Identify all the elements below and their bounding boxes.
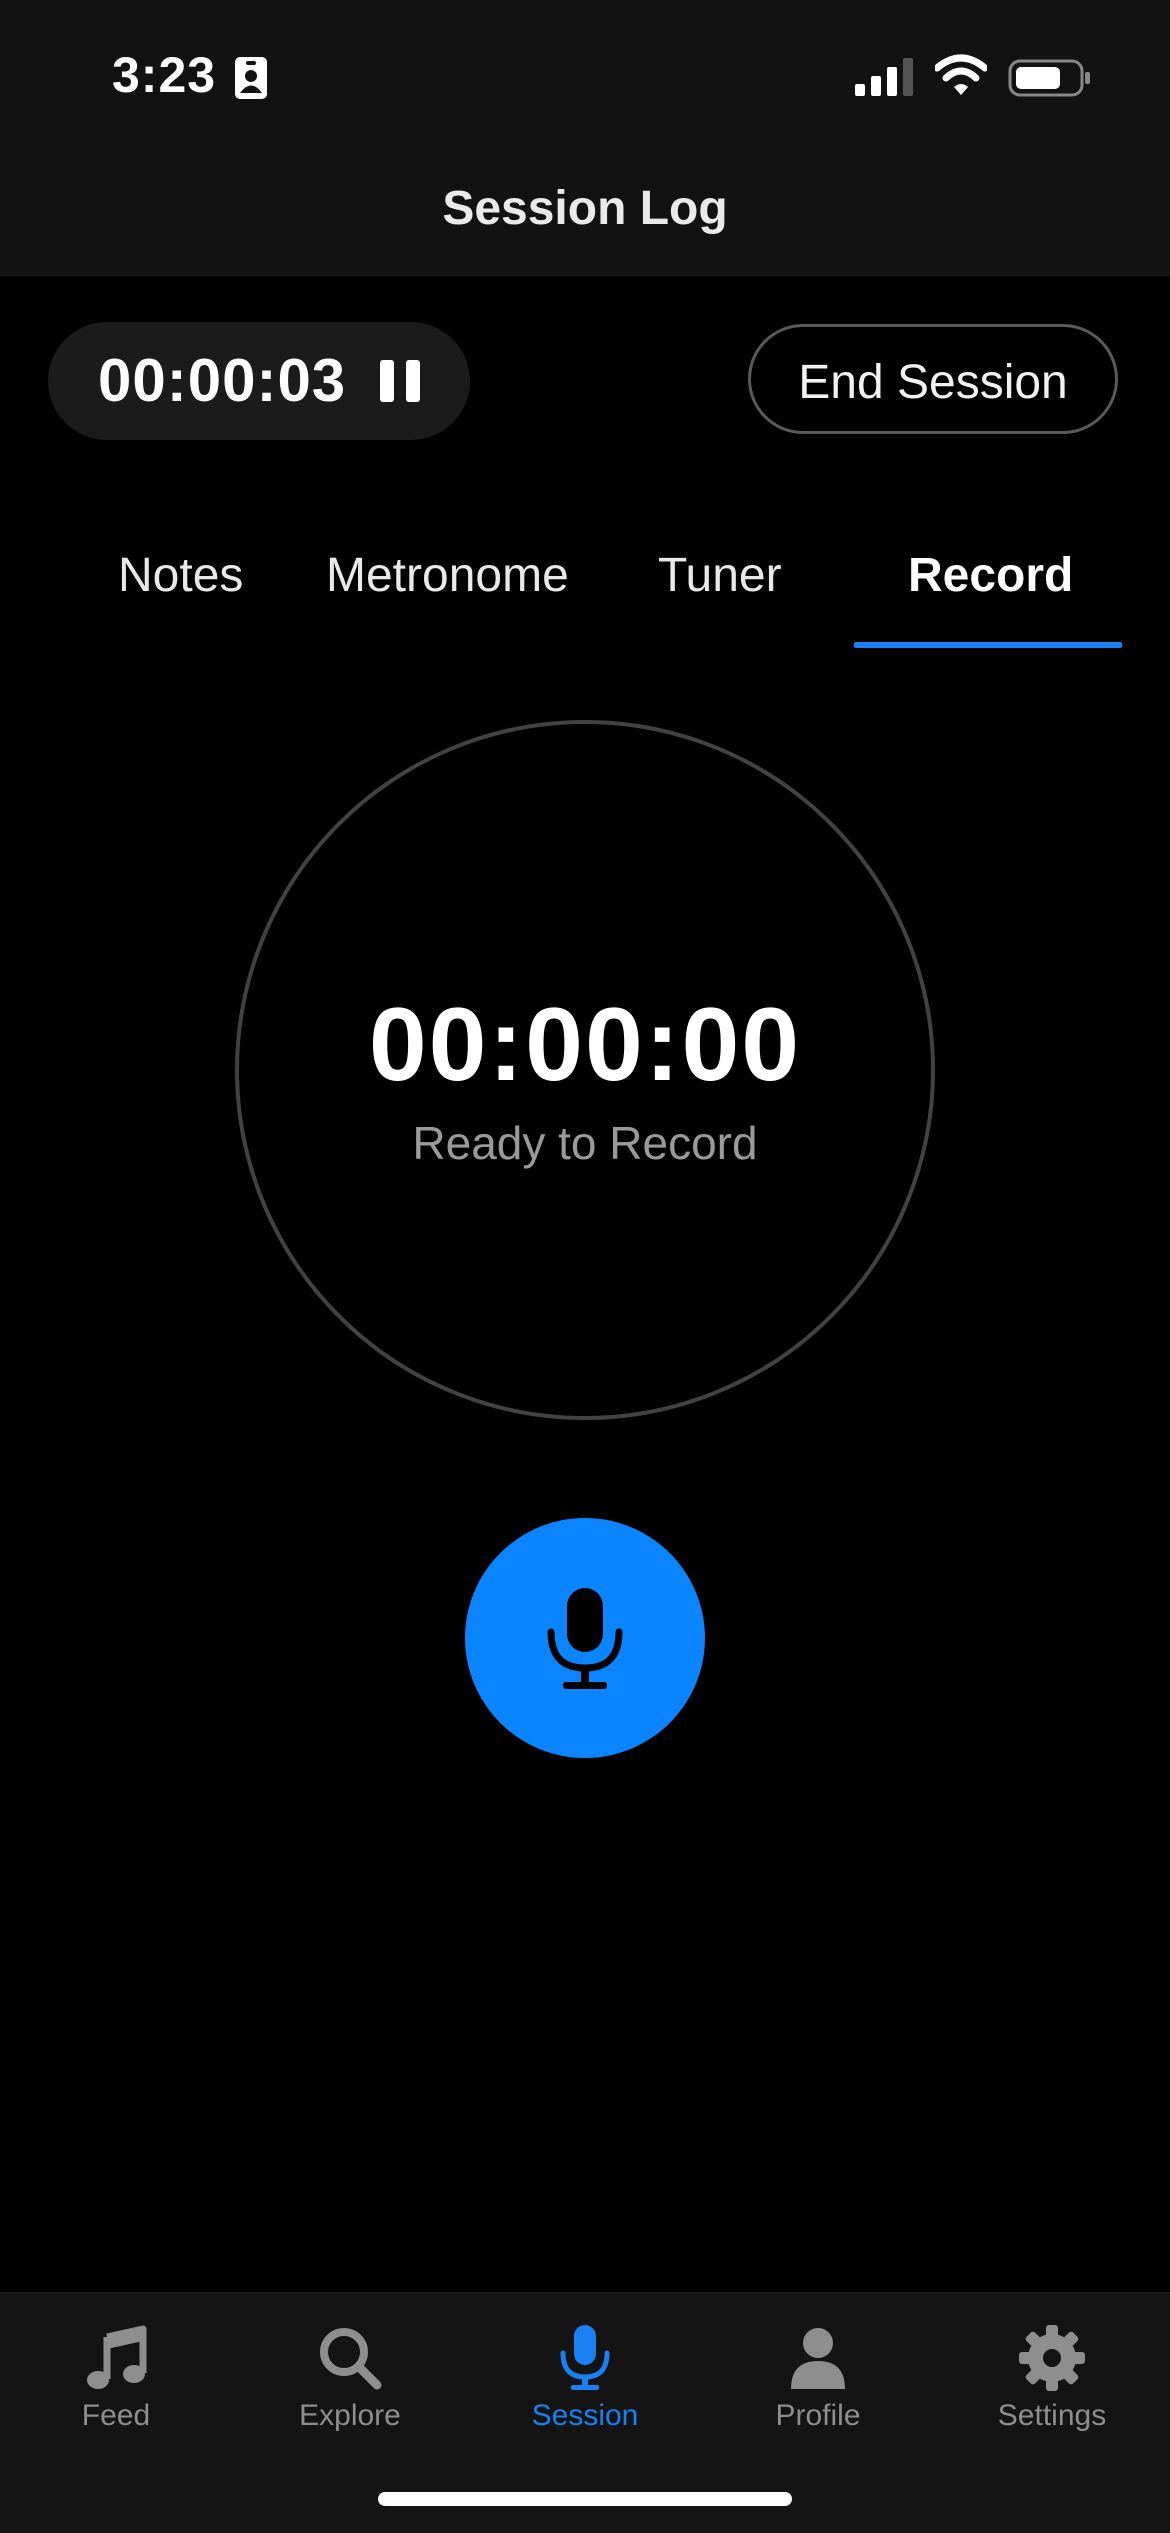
navigation-bar: Session Log bbox=[0, 145, 1170, 276]
tab-bar-item-feed[interactable]: Feed bbox=[16, 2323, 216, 2433]
gear-icon bbox=[1019, 2325, 1085, 2391]
tab-bar-label-feed: Feed bbox=[81, 2399, 151, 2432]
mic-icon bbox=[560, 2325, 610, 2390]
cellular-signal-icon bbox=[855, 58, 913, 96]
person-icon bbox=[791, 2328, 845, 2389]
pause-icon[interactable] bbox=[378, 358, 422, 404]
contact-card-icon bbox=[235, 57, 267, 99]
page-title: Session Log bbox=[442, 182, 728, 235]
home-indicator bbox=[378, 2492, 792, 2506]
end-session-label: End Session bbox=[798, 356, 1068, 409]
wifi-icon bbox=[935, 54, 987, 95]
status-time: 3:23 bbox=[112, 47, 217, 103]
recording-status: Ready to Record bbox=[412, 1117, 758, 1169]
status-bar: 3:23 bbox=[0, 0, 1170, 145]
tab-bar-label-session: Session bbox=[531, 2399, 639, 2432]
tab-metronome[interactable]: Metronome bbox=[326, 548, 569, 603]
search-icon bbox=[320, 2328, 382, 2390]
recording-time: 00:00:00 bbox=[368, 987, 802, 1103]
mic-icon bbox=[547, 1588, 623, 1689]
active-tab-indicator bbox=[854, 642, 1122, 648]
tab-bar-label-profile: Profile bbox=[775, 2399, 861, 2432]
battery-icon bbox=[1008, 59, 1090, 97]
record-button[interactable] bbox=[465, 1518, 705, 1758]
tab-bar-item-session[interactable]: Session bbox=[485, 2323, 685, 2433]
tab-bar-label-settings: Settings bbox=[997, 2399, 1107, 2432]
tab-record[interactable]: Record bbox=[908, 548, 1073, 603]
end-session-button[interactable]: End Session bbox=[748, 324, 1118, 434]
tab-notes[interactable]: Notes bbox=[118, 548, 243, 603]
tab-bar-item-settings[interactable]: Settings bbox=[952, 2323, 1152, 2433]
recording-display: 00:00:00 Ready to Record bbox=[235, 720, 935, 1420]
tab-bar-item-profile[interactable]: Profile bbox=[718, 2323, 918, 2433]
session-timer-pill[interactable]: 00:00:03 bbox=[48, 322, 470, 440]
tab-bar-label-explore: Explore bbox=[299, 2399, 401, 2432]
tab-tuner[interactable]: Tuner bbox=[658, 548, 782, 603]
session-timer: 00:00:03 bbox=[98, 347, 347, 414]
music-note-icon bbox=[87, 2325, 147, 2389]
tab-bar-item-explore[interactable]: Explore bbox=[250, 2323, 450, 2433]
